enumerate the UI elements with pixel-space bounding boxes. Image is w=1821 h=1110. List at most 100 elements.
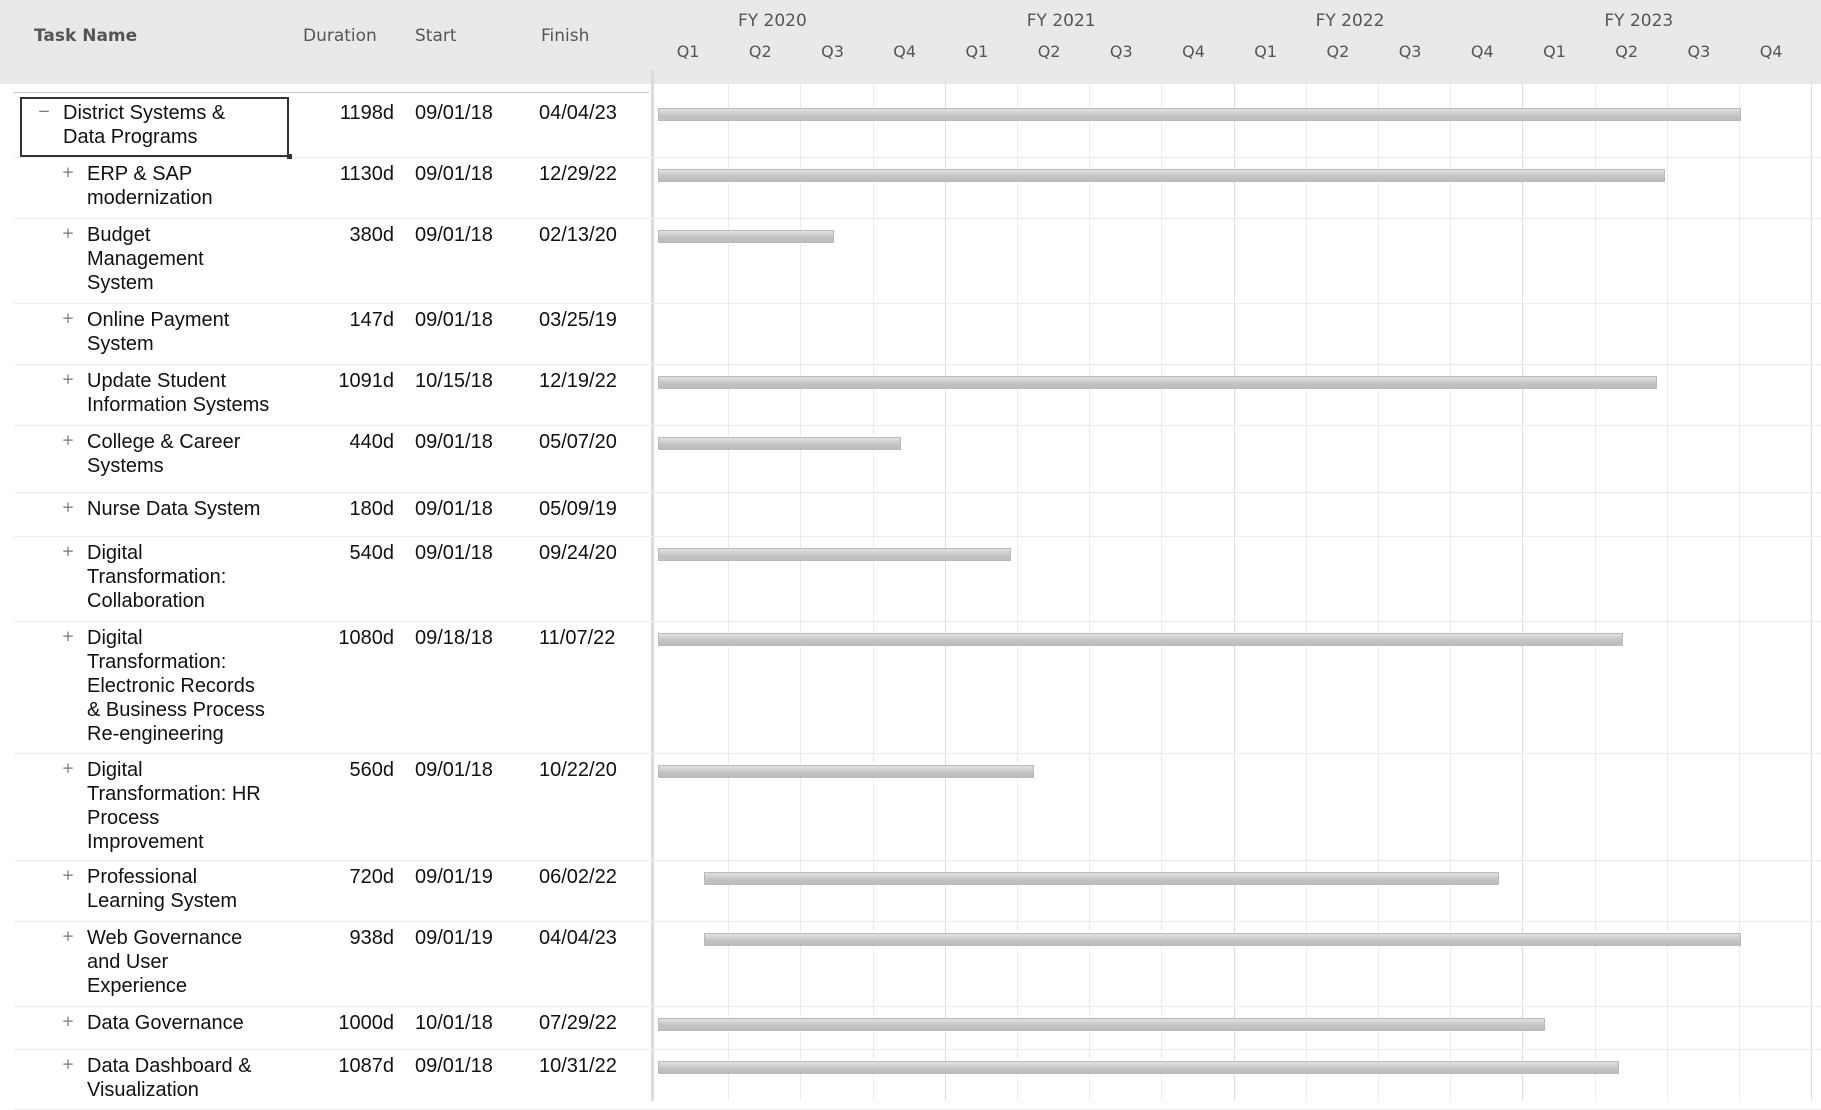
start-date-cell[interactable]: 09/01/18 <box>415 162 493 186</box>
duration-cell[interactable]: 720d <box>306 865 395 889</box>
expand-toggle-icon[interactable]: + <box>61 868 75 883</box>
task-bar[interactable] <box>658 548 1011 561</box>
finish-date-cell[interactable]: 07/29/22 <box>539 1011 617 1035</box>
task-bar[interactable] <box>704 933 1741 946</box>
expand-toggle-icon[interactable]: + <box>61 226 75 241</box>
task-bar[interactable] <box>658 765 1034 778</box>
start-date-cell[interactable]: 09/01/18 <box>415 758 493 782</box>
quarter-label: Q1 <box>676 42 700 61</box>
finish-date-cell[interactable]: 12/19/22 <box>539 369 617 393</box>
duration-cell[interactable]: 540d <box>306 541 395 565</box>
duration-cell[interactable]: 147d <box>306 308 395 332</box>
task-name-cell[interactable]: College & Career Systems <box>87 430 240 478</box>
grid-line <box>1667 84 1668 1101</box>
start-date-cell[interactable]: 09/01/18 <box>415 223 493 247</box>
expand-toggle-icon[interactable]: + <box>61 1014 75 1029</box>
task-name-cell[interactable]: Budget Management System <box>87 223 204 295</box>
duration-cell[interactable]: 440d <box>306 430 395 454</box>
task-name-cell[interactable]: Data Governance <box>87 1011 244 1035</box>
collapse-toggle-icon[interactable]: − <box>37 104 51 119</box>
task-bar[interactable] <box>658 230 834 243</box>
quarter-label: Q4 <box>1759 42 1783 61</box>
finish-date-cell[interactable]: 05/07/20 <box>539 430 617 454</box>
finish-date-cell[interactable]: 10/22/20 <box>539 758 617 782</box>
fiscal-year-label: FY 2020 <box>737 11 807 31</box>
task-name-cell[interactable]: Digital Transformation: Electronic Records… <box>87 626 265 746</box>
duration-cell[interactable]: 1130d <box>306 162 394 186</box>
task-name-line: Professional <box>87 866 198 888</box>
finish-date-cell[interactable]: 11/07/22 <box>539 626 615 650</box>
finish-date-cell[interactable]: 06/02/22 <box>539 865 617 889</box>
task-bar[interactable] <box>704 872 1499 885</box>
start-date-cell[interactable]: 09/01/18 <box>415 430 493 454</box>
expand-toggle-icon[interactable]: + <box>61 629 75 644</box>
duration-cell[interactable]: 560d <box>306 758 395 782</box>
start-date-cell[interactable]: 09/18/18 <box>415 626 493 650</box>
task-bar[interactable] <box>658 376 1657 389</box>
finish-date-cell[interactable]: 10/31/22 <box>539 1054 617 1078</box>
task-bar[interactable] <box>658 108 1741 121</box>
task-name-cell[interactable]: Professional Learning System <box>87 865 237 913</box>
expand-toggle-icon[interactable]: + <box>61 1057 75 1072</box>
task-name-cell[interactable]: Update Student Information Systems <box>87 369 269 417</box>
task-name-cell[interactable]: ERP & SAP modernization <box>87 162 213 210</box>
expand-toggle-icon[interactable]: + <box>61 433 75 448</box>
expand-toggle-icon[interactable]: + <box>61 761 75 776</box>
start-date-cell[interactable]: 09/01/18 <box>415 497 493 521</box>
start-date-cell[interactable]: 09/01/19 <box>415 926 493 950</box>
finish-date-cell[interactable]: 04/04/23 <box>539 101 617 125</box>
task-bar[interactable] <box>658 437 901 450</box>
start-date-cell[interactable]: 09/01/18 <box>415 308 493 332</box>
finish-date-cell[interactable]: 12/29/22 <box>539 162 617 186</box>
expand-toggle-icon[interactable]: + <box>61 165 75 180</box>
expand-toggle-icon[interactable]: + <box>61 372 75 387</box>
start-date-cell[interactable]: 10/15/18 <box>415 369 493 393</box>
finish-date-cell[interactable]: 02/13/20 <box>539 223 617 247</box>
start-date-cell[interactable]: 09/01/18 <box>415 541 493 565</box>
start-date-cell[interactable]: 09/01/18 <box>415 1054 493 1078</box>
grid-splitter[interactable] <box>651 70 654 1101</box>
finish-date-cell[interactable]: 04/04/23 <box>539 926 617 950</box>
fiscal-year-label: FY 2023 <box>1604 11 1674 31</box>
column-header-finish[interactable]: Finish <box>541 26 589 46</box>
column-header-start[interactable]: Start <box>415 26 457 46</box>
task-name-line: Web Governance <box>87 927 243 949</box>
task-bar[interactable] <box>658 169 1665 182</box>
finish-date-cell[interactable]: 09/24/20 <box>539 541 617 565</box>
task-bar[interactable] <box>658 1061 1619 1074</box>
cell-fill-handle[interactable] <box>287 154 292 159</box>
duration-cell[interactable]: 1080d <box>306 626 394 650</box>
duration-cell[interactable]: 938d <box>306 926 395 950</box>
finish-date-cell[interactable]: 03/25/19 <box>539 308 617 332</box>
duration-cell[interactable]: 1000d <box>306 1011 394 1035</box>
expand-toggle-icon[interactable]: + <box>61 929 75 944</box>
task-name-cell[interactable]: Web Governance and User Experience <box>87 926 242 998</box>
row-divider <box>14 425 1821 426</box>
task-name-cell[interactable]: Digital Transformation: Collaboration <box>87 541 226 613</box>
expand-toggle-icon[interactable]: + <box>61 544 75 559</box>
start-date-cell[interactable]: 09/01/19 <box>415 865 493 889</box>
expand-toggle-icon[interactable]: + <box>61 311 75 326</box>
duration-cell[interactable]: 1087d <box>306 1054 394 1078</box>
finish-date-cell[interactable]: 05/09/19 <box>539 497 617 521</box>
expand-toggle-icon[interactable]: + <box>61 500 75 515</box>
task-name-cell[interactable]: Online Payment System <box>87 308 229 356</box>
task-name-cell[interactable]: District Systems & Data Programs <box>63 101 225 149</box>
task-name-cell[interactable]: Nurse Data System <box>87 497 260 521</box>
start-date-cell[interactable]: 10/01/18 <box>415 1011 493 1035</box>
column-header-task-name[interactable]: Task Name <box>34 26 137 46</box>
row-divider <box>14 157 1821 158</box>
task-name-cell[interactable]: Data Dashboard & Visualization <box>87 1054 252 1102</box>
duration-cell[interactable]: 380d <box>306 223 395 247</box>
task-name-line: Visualization <box>87 1079 199 1101</box>
task-bar[interactable] <box>658 1018 1545 1031</box>
task-name-cell[interactable]: Digital Transformation: HR Process Improvem… <box>87 758 261 854</box>
start-date-cell[interactable]: 09/01/18 <box>415 101 493 125</box>
duration-cell[interactable]: 180d <box>306 497 395 521</box>
task-bar[interactable] <box>658 633 1623 646</box>
duration-cell[interactable]: 1198d <box>306 101 394 125</box>
quarter-label: Q1 <box>1254 42 1278 61</box>
column-header-duration[interactable]: Duration <box>303 26 377 46</box>
duration-cell[interactable]: 1091d <box>306 369 394 393</box>
task-name-line: District Systems & <box>63 102 226 124</box>
